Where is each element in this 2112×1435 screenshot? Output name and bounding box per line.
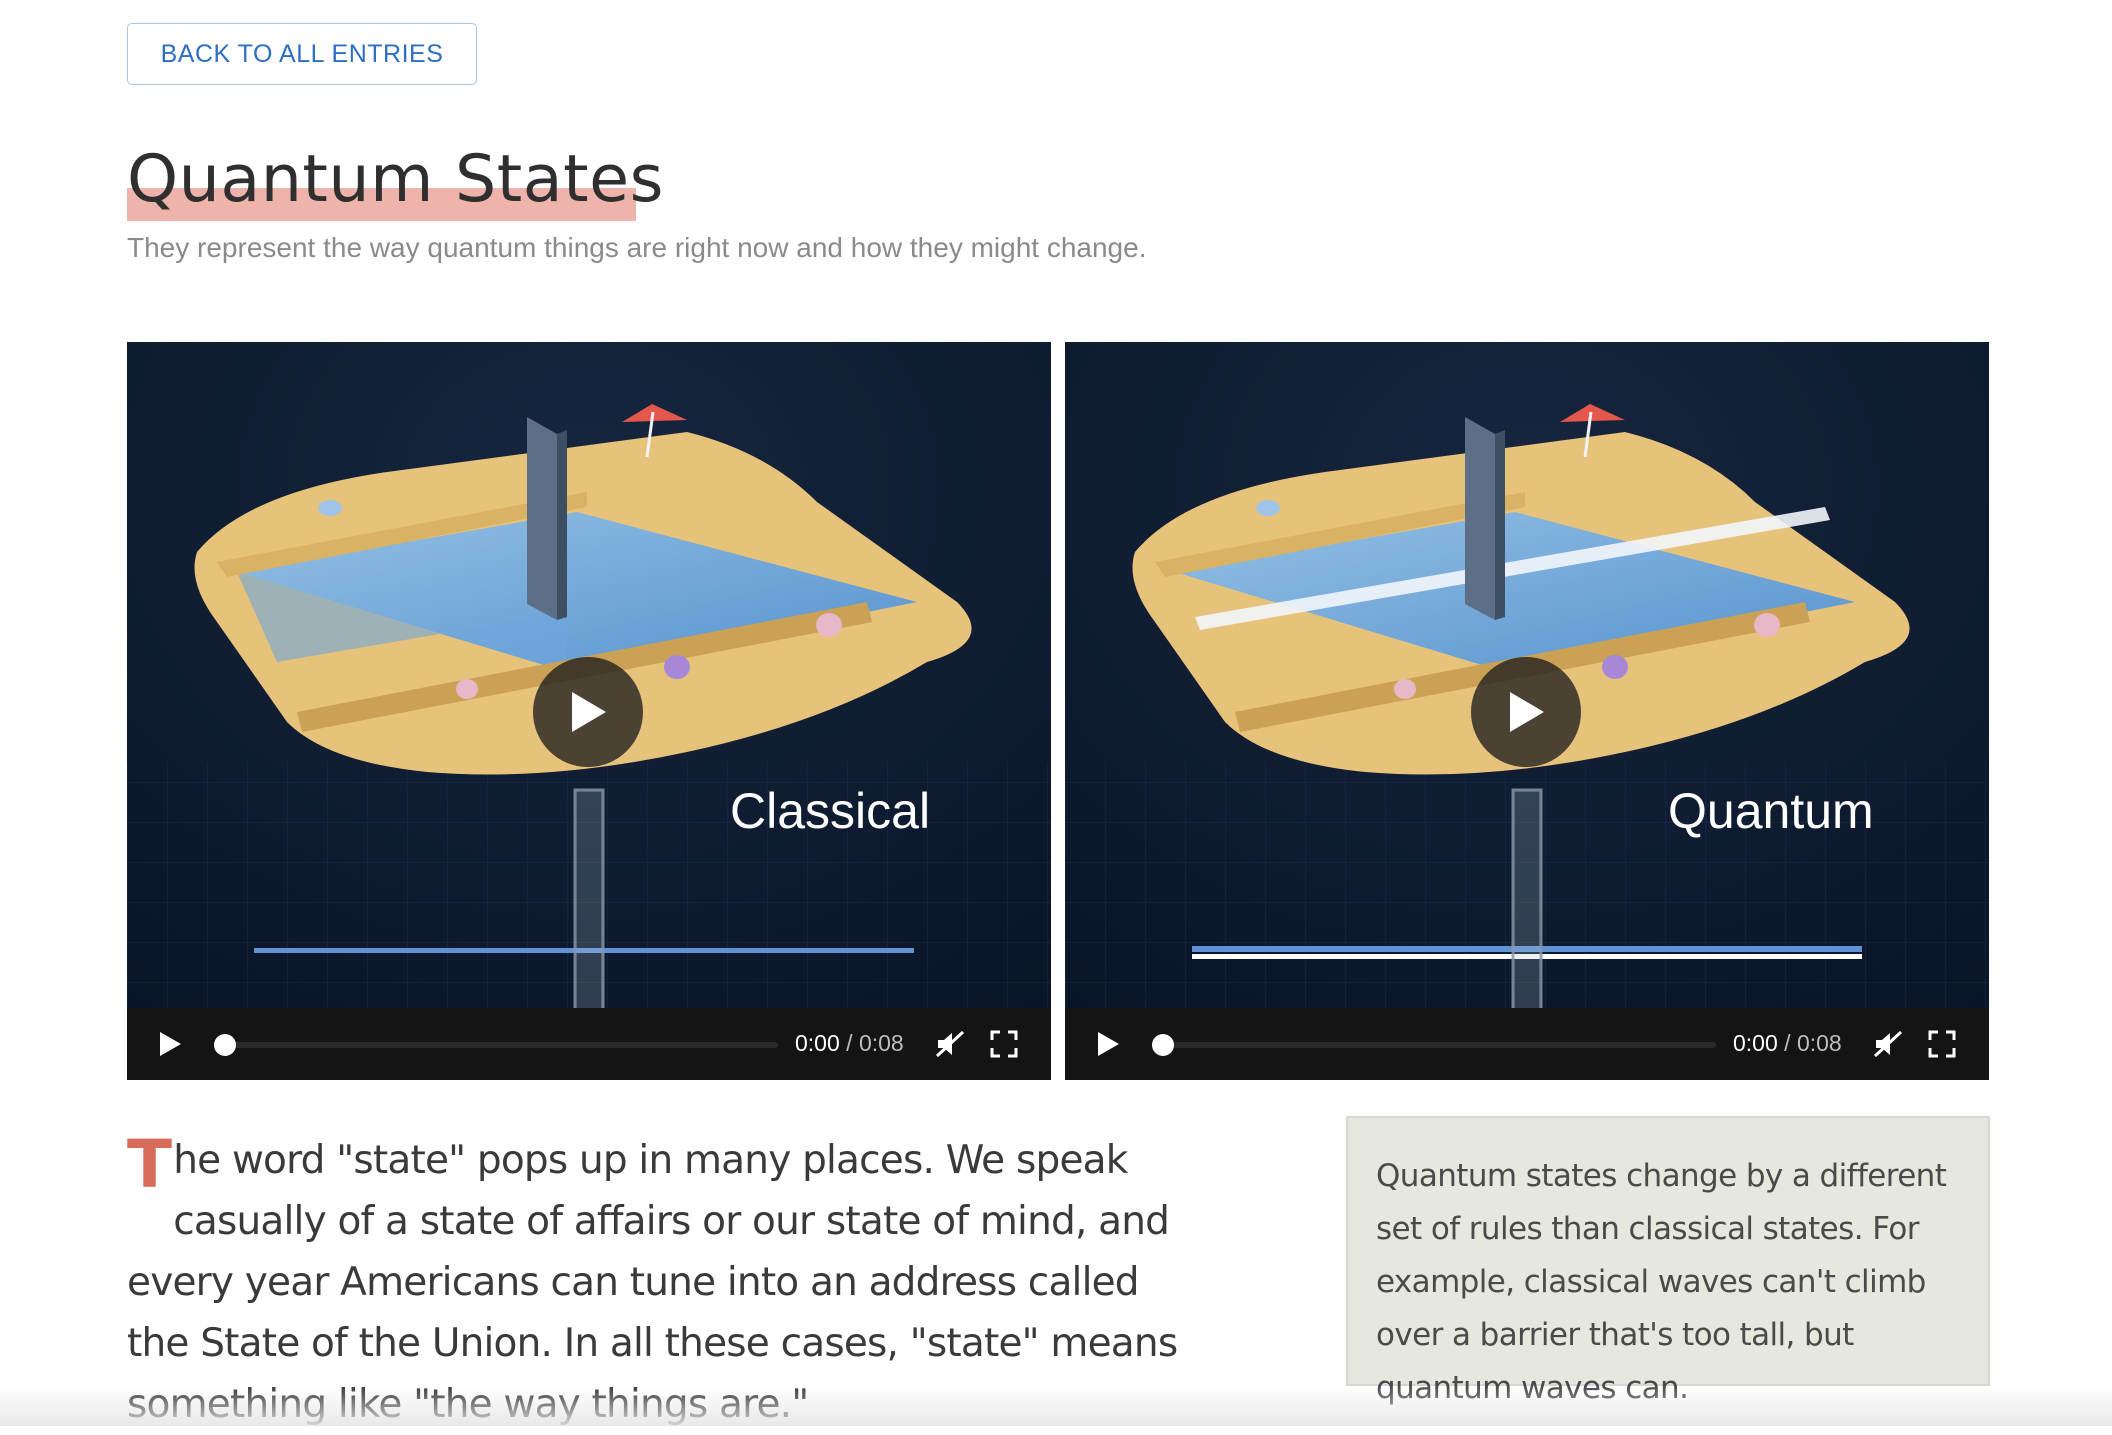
duration: 0:08: [858, 1030, 904, 1056]
current-time: 0:00: [1733, 1030, 1778, 1056]
video-player-quantum[interactable]: Quantum 0:00 / 0:08: [1065, 342, 1989, 1080]
title-block: Quantum States: [127, 138, 664, 222]
callout-text: Quantum states change by a different set…: [1376, 1158, 1947, 1406]
video-controls: 0:00 / 0:08: [127, 1008, 1051, 1080]
duration: 0:08: [1796, 1030, 1842, 1056]
time-separator: /: [839, 1030, 859, 1056]
progress-bar[interactable]: [214, 1034, 778, 1056]
progress-knob[interactable]: [1152, 1034, 1174, 1056]
play-icon: [1510, 692, 1544, 732]
time-separator: /: [1777, 1030, 1797, 1056]
muted-volume-icon[interactable]: [935, 1030, 965, 1058]
video-controls: 0:00 / 0:08: [1065, 1008, 1989, 1080]
drop-cap: T: [127, 1126, 172, 1203]
callout-box: Quantum states change by a different set…: [1346, 1116, 1990, 1406]
fullscreen-icon[interactable]: [990, 1030, 1018, 1058]
play-icon[interactable]: [157, 1030, 183, 1058]
play-icon: [572, 692, 606, 732]
fullscreen-icon[interactable]: [1928, 1030, 1956, 1058]
progress-knob[interactable]: [214, 1034, 236, 1056]
current-time: 0:00: [795, 1030, 840, 1056]
article-paragraph-text: he word "state" pops up in many places. …: [127, 1138, 1178, 1427]
back-to-all-entries-button[interactable]: BACK TO ALL ENTRIES: [127, 23, 477, 85]
page-subtitle: They represent the way quantum things ar…: [127, 232, 1147, 263]
big-play-button[interactable]: [533, 657, 643, 767]
video-label: Quantum: [1668, 783, 1874, 839]
progress-bar[interactable]: [1152, 1034, 1716, 1056]
big-play-button[interactable]: [1471, 657, 1581, 767]
muted-volume-icon[interactable]: [1873, 1030, 1903, 1058]
page-title: Quantum States: [127, 142, 664, 217]
video-player-classical[interactable]: Classical 0:00 / 0:08: [127, 342, 1051, 1080]
video-label: Classical: [730, 783, 931, 839]
play-icon[interactable]: [1095, 1030, 1121, 1058]
bottom-fade: [0, 1386, 2112, 1426]
time-display: 0:00 / 0:08: [1733, 1030, 1842, 1057]
time-display: 0:00 / 0:08: [795, 1030, 904, 1057]
